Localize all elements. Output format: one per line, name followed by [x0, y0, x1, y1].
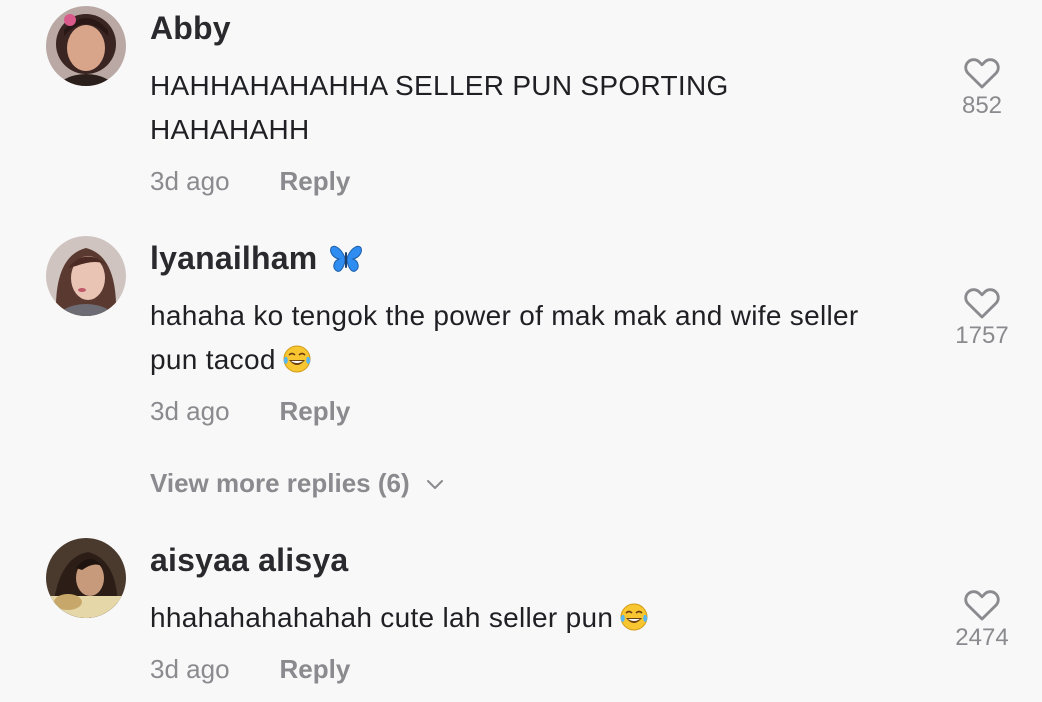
comments-panel: Abby HAHHAHAHAHHA SELLER PUN SPORTING HA…: [0, 0, 1042, 702]
comment-text-content: hhahahahahahah cute lah seller pun: [150, 602, 614, 633]
username[interactable]: Abby: [150, 10, 231, 47]
comment-meta: 3d ago Reply: [150, 166, 350, 197]
username[interactable]: aisyaa alisya: [150, 542, 348, 579]
view-more-replies-label: View more replies (6): [150, 468, 410, 498]
heart-outline-icon[interactable]: [963, 54, 1001, 90]
tears-of-joy-emoji-icon: [620, 603, 648, 631]
comment-timestamp: 3d ago: [150, 654, 230, 684]
comment-timestamp: 3d ago: [150, 396, 230, 426]
chevron-down-icon: [426, 479, 443, 489]
avatar[interactable]: [46, 6, 126, 86]
like-count: 852: [961, 92, 1003, 119]
like-count: 1757: [955, 322, 1009, 349]
username[interactable]: lyanailham: [150, 240, 363, 277]
comment-meta: 3d ago Reply: [150, 396, 350, 427]
avatar[interactable]: [46, 538, 126, 618]
heart-outline-icon[interactable]: [963, 284, 1001, 320]
like-count: 2474: [955, 624, 1009, 651]
comment-timestamp: 3d ago: [150, 166, 230, 196]
like-block: 852: [937, 54, 1027, 120]
like-block: 2474: [937, 586, 1027, 652]
avatar[interactable]: [46, 236, 126, 316]
like-block: 1757: [937, 284, 1027, 350]
comment-text: hhahahahahahah cute lah seller pun: [150, 596, 890, 640]
view-more-replies-button[interactable]: View more replies (6): [150, 468, 446, 499]
comment-text: HAHHAHAHAHHA SELLER PUN SPORTING HAHAHAH…: [150, 70, 729, 145]
heart-outline-icon[interactable]: [963, 586, 1001, 622]
reply-button[interactable]: Reply: [280, 396, 351, 427]
comment-meta: 3d ago Reply: [150, 654, 350, 685]
tears-of-joy-emoji-icon: [283, 345, 311, 373]
comment-text: hahaha ko tengok the power of mak mak an…: [150, 294, 890, 382]
butterfly-icon: [330, 245, 363, 272]
reply-button[interactable]: Reply: [280, 654, 351, 685]
comment-text-content: hahaha ko tengok the power of mak mak an…: [150, 300, 859, 375]
username-text: lyanailham: [150, 240, 318, 276]
reply-button[interactable]: Reply: [280, 166, 351, 197]
